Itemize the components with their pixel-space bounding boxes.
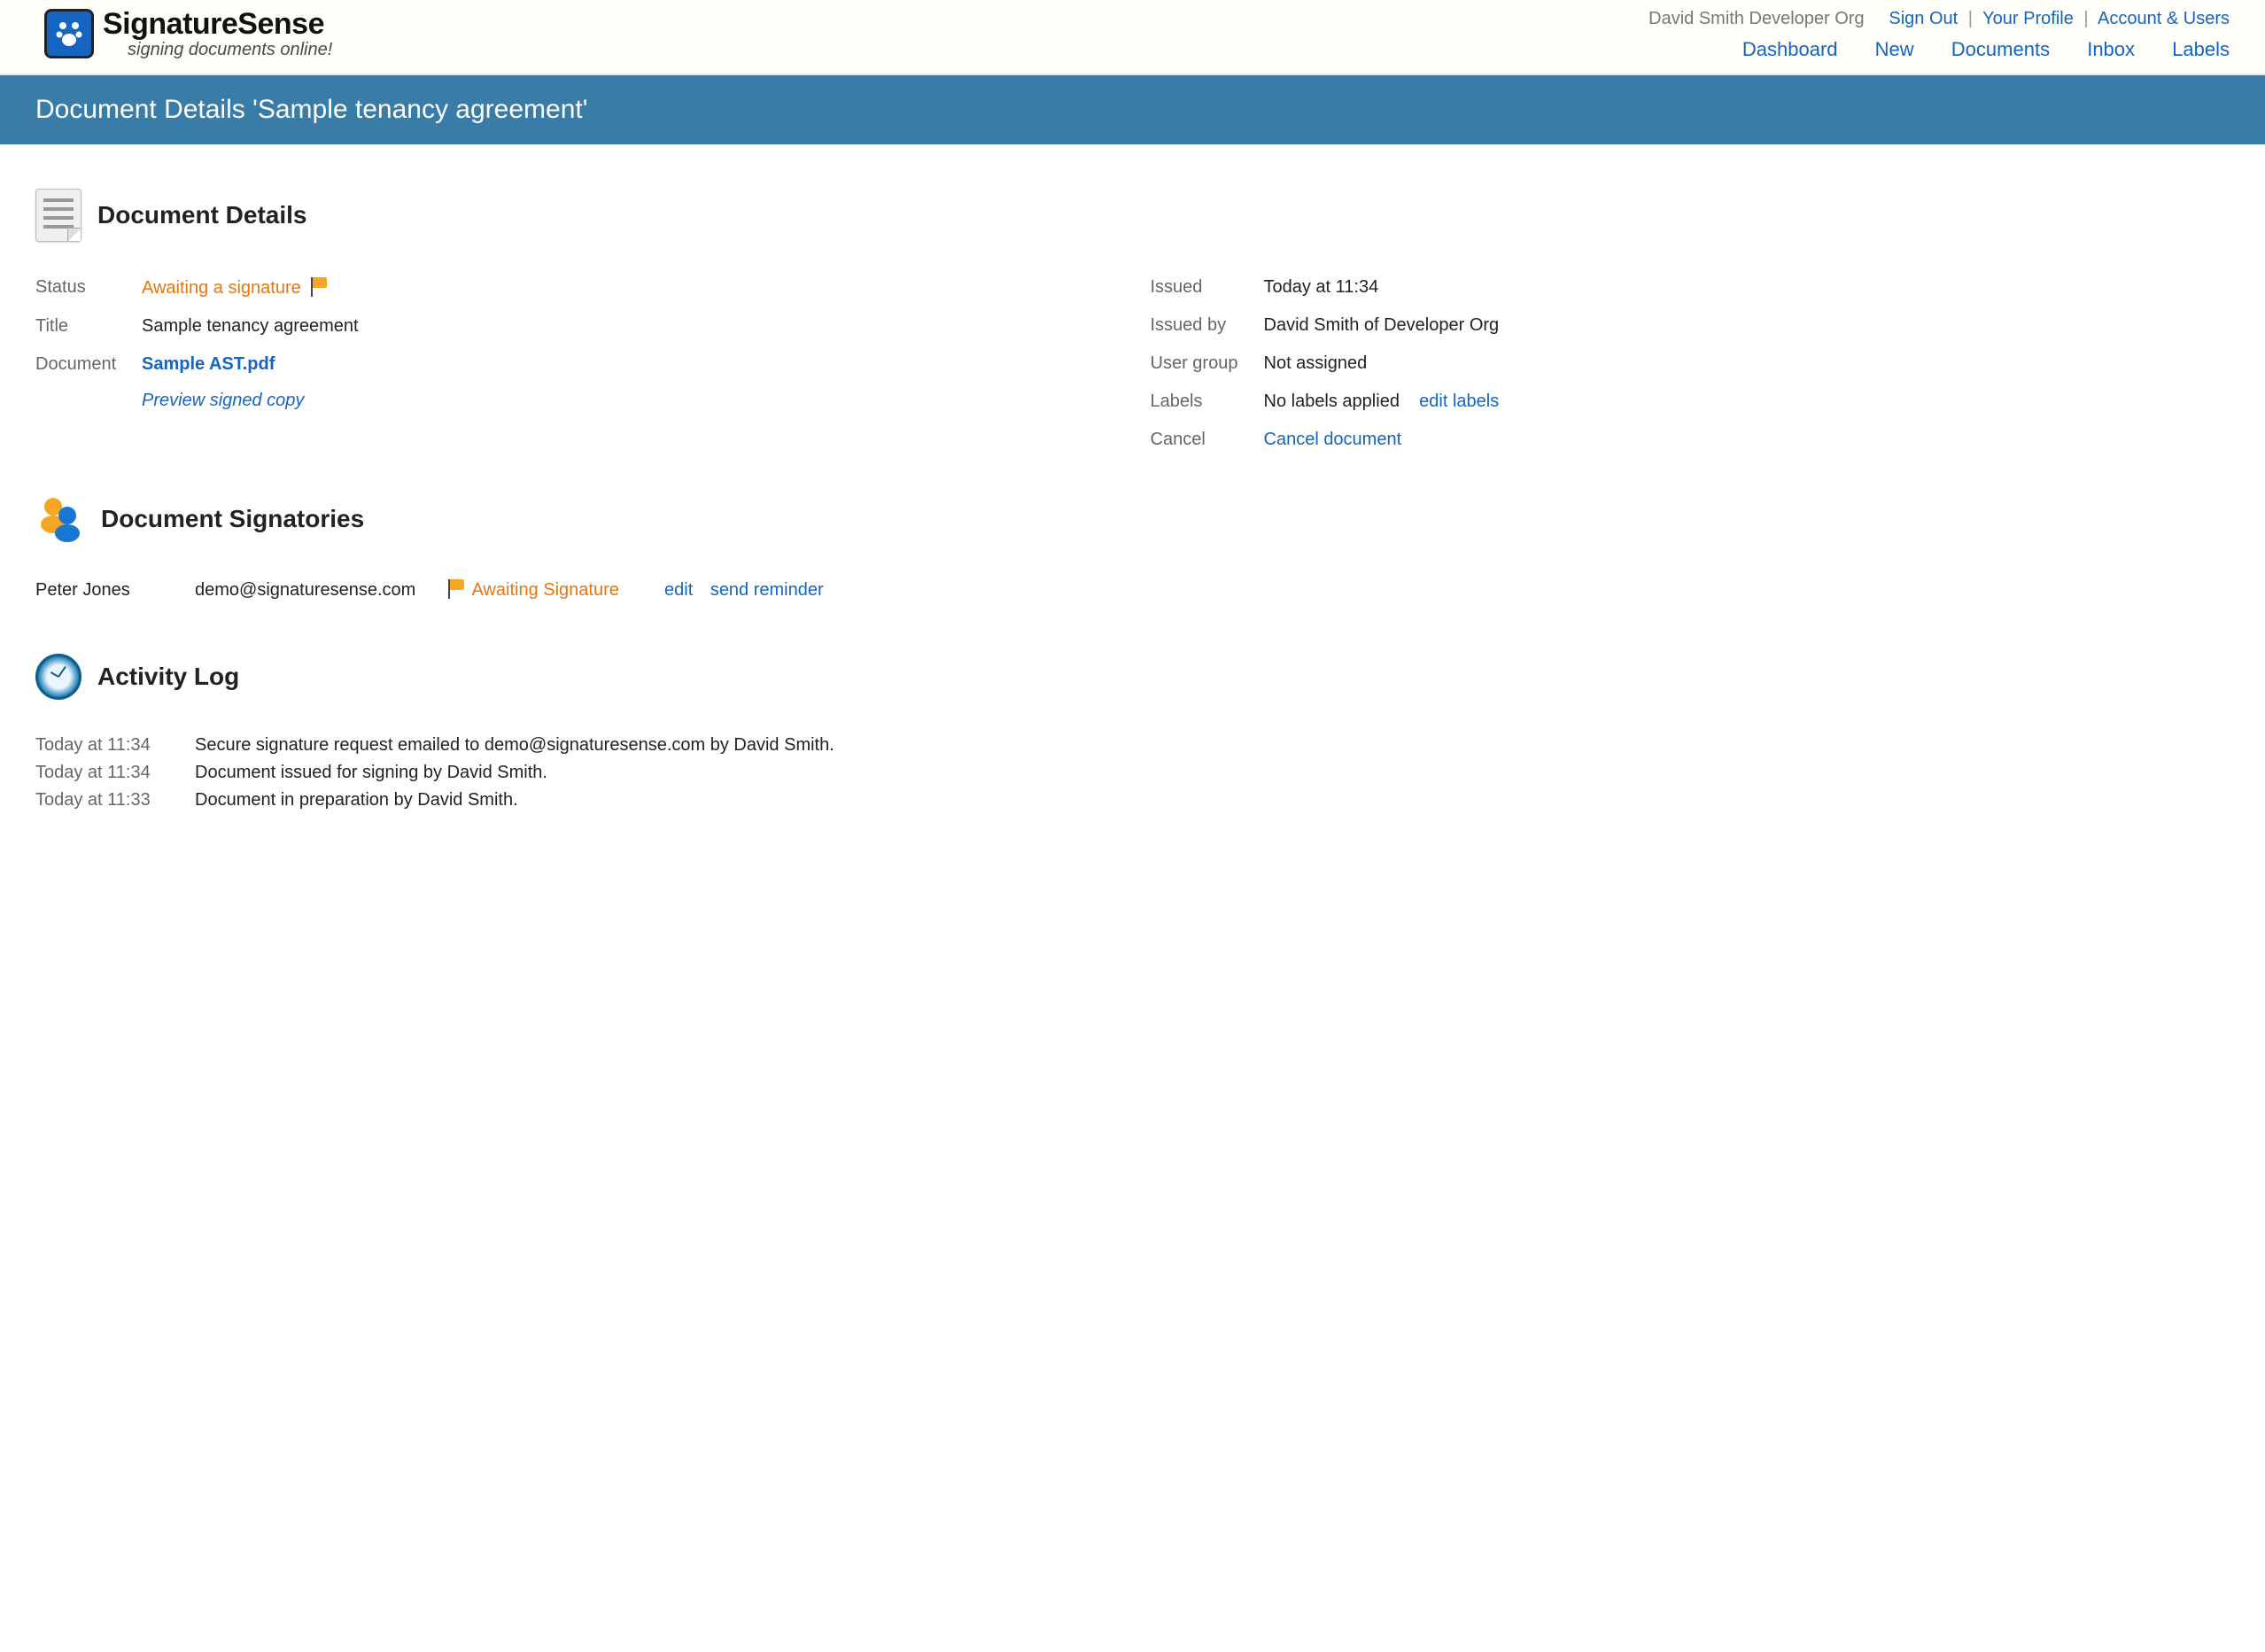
details-heading: Document Details [97, 201, 307, 229]
cancel-value: Cancel document [1264, 430, 2230, 450]
edit-signatory-link[interactable]: edit [664, 580, 693, 600]
header: SignatureSense signing documents online!… [0, 0, 2265, 75]
cancel-label: Cancel [1151, 430, 1264, 450]
main-nav: Dashboard New Documents Inbox Labels [1648, 38, 2230, 61]
flag-icon [309, 277, 330, 295]
separator: | [2083, 9, 2088, 28]
signatory-status: Awaiting Signature [443, 579, 664, 601]
org-label: David Smith Developer Org [1648, 9, 1864, 28]
activity-text: Secure signature request emailed to demo… [195, 735, 2230, 756]
labels-label: Labels [1151, 392, 1264, 412]
flag-icon [446, 579, 468, 597]
nav-dashboard[interactable]: Dashboard [1742, 38, 1838, 60]
issued-value: Today at 11:34 [1264, 277, 2230, 298]
signatory-name: Peter Jones [35, 580, 195, 601]
account-users-link[interactable]: Account & Users [2098, 9, 2230, 28]
labels-value: No labels applied edit labels [1264, 392, 2230, 412]
details-col-right: Issued Today at 11:34 Issued by David Sm… [1151, 277, 2230, 450]
section-header-signatories: Document Signatories [35, 494, 2230, 544]
details-col-left: Status Awaiting a signature Title Sample… [35, 277, 1115, 450]
send-reminder-link[interactable]: send reminder [710, 580, 824, 600]
section-header-details: Document Details [35, 189, 2230, 242]
issued-by-value: David Smith of Developer Org [1264, 315, 2230, 336]
status-value: Awaiting a signature [142, 277, 1115, 299]
activity-time: Today at 11:33 [35, 790, 195, 810]
issued-by-label: Issued by [1151, 315, 1264, 336]
activity-text: Document issued for signing by David Smi… [195, 763, 2230, 783]
signatory-status-text: Awaiting Signature [471, 580, 618, 600]
brand-name: SignatureSense [103, 9, 332, 39]
nav-labels[interactable]: Labels [2172, 38, 2230, 60]
clock-icon [35, 654, 81, 700]
signatory-email: demo@signaturesense.com [195, 580, 443, 601]
separator: | [1968, 9, 1973, 28]
top-links: David Smith Developer Org Sign Out | You… [1648, 9, 2230, 29]
document-file-link[interactable]: Sample AST.pdf [142, 354, 275, 374]
paw-logo-icon [44, 9, 94, 58]
people-icon [35, 494, 85, 544]
edit-labels-link[interactable]: edit labels [1419, 392, 1499, 411]
signatories-heading: Document Signatories [101, 505, 364, 533]
document-icon [35, 189, 81, 242]
activity-row: Today at 11:34 Secure signature request … [35, 735, 2230, 756]
user-group-value: Not assigned [1264, 353, 2230, 374]
content: Document Details Status Awaiting a signa… [0, 144, 2265, 871]
preview-signed-link[interactable]: Preview signed copy [142, 391, 304, 410]
sign-out-link[interactable]: Sign Out [1889, 9, 1958, 28]
activity-text: Document in preparation by David Smith. [195, 790, 2230, 810]
activity-time: Today at 11:34 [35, 735, 195, 756]
user-group-label: User group [1151, 353, 1264, 374]
page-title-bar: Document Details 'Sample tenancy agreeme… [0, 75, 2265, 144]
header-right: David Smith Developer Org Sign Out | You… [1648, 9, 2230, 61]
signatory-row: Peter Jones demo@signaturesense.com Awai… [35, 579, 2230, 601]
section-header-activity: Activity Log [35, 654, 2230, 700]
details-grid: Status Awaiting a signature Title Sample… [35, 277, 2230, 450]
document-value: Sample AST.pdf Preview signed copy [142, 354, 1115, 411]
status-label: Status [35, 277, 142, 299]
issued-label: Issued [1151, 277, 1264, 298]
nav-inbox[interactable]: Inbox [2087, 38, 2135, 60]
activity-heading: Activity Log [97, 663, 239, 691]
activity-time: Today at 11:34 [35, 763, 195, 783]
activity-row: Today at 11:33 Document in preparation b… [35, 790, 2230, 810]
logo-block[interactable]: SignatureSense signing documents online! [44, 9, 332, 58]
status-text: Awaiting a signature [142, 278, 301, 298]
logo-text: SignatureSense signing documents online! [103, 9, 332, 58]
title-label: Title [35, 316, 142, 337]
your-profile-link[interactable]: Your Profile [1982, 9, 2074, 28]
nav-documents[interactable]: Documents [1951, 38, 2050, 60]
labels-text: No labels applied [1264, 392, 1400, 411]
activity-list: Today at 11:34 Secure signature request … [35, 735, 2230, 810]
brand-tagline: signing documents online! [128, 41, 332, 58]
title-value: Sample tenancy agreement [142, 316, 1115, 337]
activity-row: Today at 11:34 Document issued for signi… [35, 763, 2230, 783]
nav-new[interactable]: New [1875, 38, 1914, 60]
document-label: Document [35, 354, 142, 411]
cancel-document-link[interactable]: Cancel document [1264, 430, 1402, 449]
signatory-actions: edit send reminder [664, 580, 2230, 601]
